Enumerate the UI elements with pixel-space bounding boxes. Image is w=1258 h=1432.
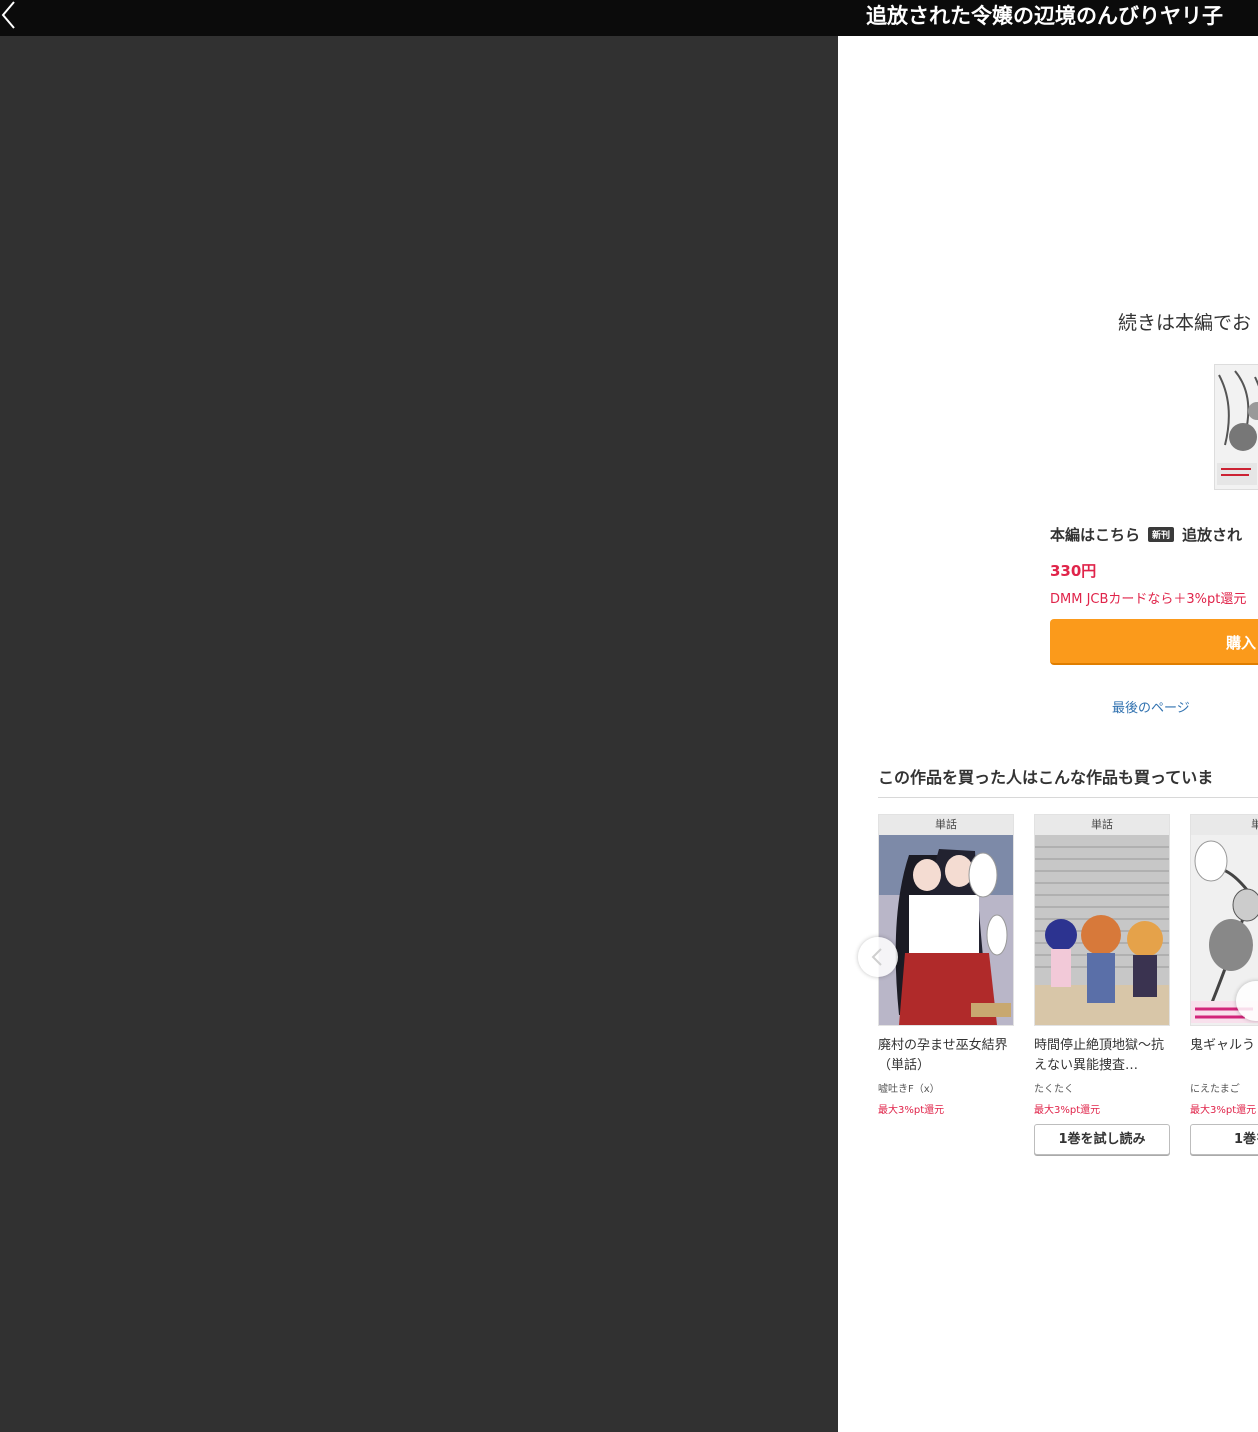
page-title: 追放された令嬢の辺境のんびりヤリ子 — [866, 4, 1223, 28]
cover-art — [1035, 835, 1169, 1025]
main-volume-cover[interactable] — [1214, 364, 1258, 490]
main-title-link[interactable]: 追放され — [1182, 524, 1242, 545]
main-volume-row: 本編はこちら 新刊 追放され — [1050, 524, 1242, 545]
end-of-preview-panel: 続きは本編でお 本編はこちら 新刊 追放され 330円 DMM JCBカードなら… — [838, 36, 1258, 1432]
divider — [878, 797, 1258, 798]
card-author[interactable]: たくたく — [1034, 1080, 1170, 1095]
recommend-card[interactable]: 単話 時間停止絶頂地獄〜抗えない異能捜査… たくたく 最大3%pt還元 1巻を試… — [1034, 814, 1170, 1155]
buy-button-label: 購入 — [1226, 634, 1257, 652]
cover-art — [879, 835, 1013, 1025]
card-cover[interactable]: 単話 — [1034, 814, 1170, 1026]
card-tag: 単 — [1191, 815, 1258, 835]
card-title[interactable]: 廃村の孕ませ巫女結界（単話） — [878, 1036, 1014, 1076]
carousel-prev-button[interactable] — [858, 937, 898, 977]
card-cover[interactable]: 単話 — [878, 814, 1014, 1026]
new-badge: 新刊 — [1148, 527, 1175, 542]
card-tag: 単話 — [1035, 815, 1169, 835]
price: 330円 — [1050, 562, 1097, 580]
top-bar: 追放された令嬢の辺境のんびりヤリ子 — [0, 0, 1258, 36]
card-title[interactable]: 鬼ギャルうしにきまし — [1190, 1036, 1258, 1076]
chevron-left-icon — [1, 1, 15, 29]
cover-art — [1215, 365, 1258, 489]
back-button[interactable] — [0, 0, 24, 30]
card-point: 最大3%pt還元 — [1190, 1105, 1257, 1116]
viewer-canvas[interactable] — [0, 36, 838, 1432]
recommend-heading: この作品を買った人はこんな作品も買っていま — [878, 768, 1214, 787]
jcb-point-note: DMM JCBカードなら＋3%pt還元 — [1050, 592, 1247, 607]
continue-message: 続きは本編でお — [1118, 312, 1252, 334]
card-point: 最大3%pt還元 — [1034, 1105, 1101, 1116]
trial-read-button[interactable]: 1巻を試し読み — [1034, 1124, 1170, 1155]
card-title[interactable]: 時間停止絶頂地獄〜抗えない異能捜査… — [1034, 1036, 1170, 1076]
buy-button[interactable]: 購入 — [1050, 619, 1258, 665]
last-page-link[interactable]: 最後のページ — [1112, 697, 1190, 716]
card-point: 最大3%pt還元 — [878, 1105, 945, 1116]
main-label: 本編はこちら — [1050, 526, 1141, 544]
chevron-left-icon — [871, 948, 882, 966]
recommend-card[interactable]: 単話 廃村の孕ませ巫女結界（単話） 嘘吐きF（x） 最大3%pt還元 — [878, 814, 1014, 1116]
trial-read-button[interactable]: 1巻を試 — [1190, 1124, 1258, 1155]
card-tag: 単話 — [879, 815, 1013, 835]
card-author[interactable]: 嘘吐きF（x） — [878, 1080, 1014, 1095]
card-author[interactable]: にえたまご — [1190, 1080, 1258, 1095]
